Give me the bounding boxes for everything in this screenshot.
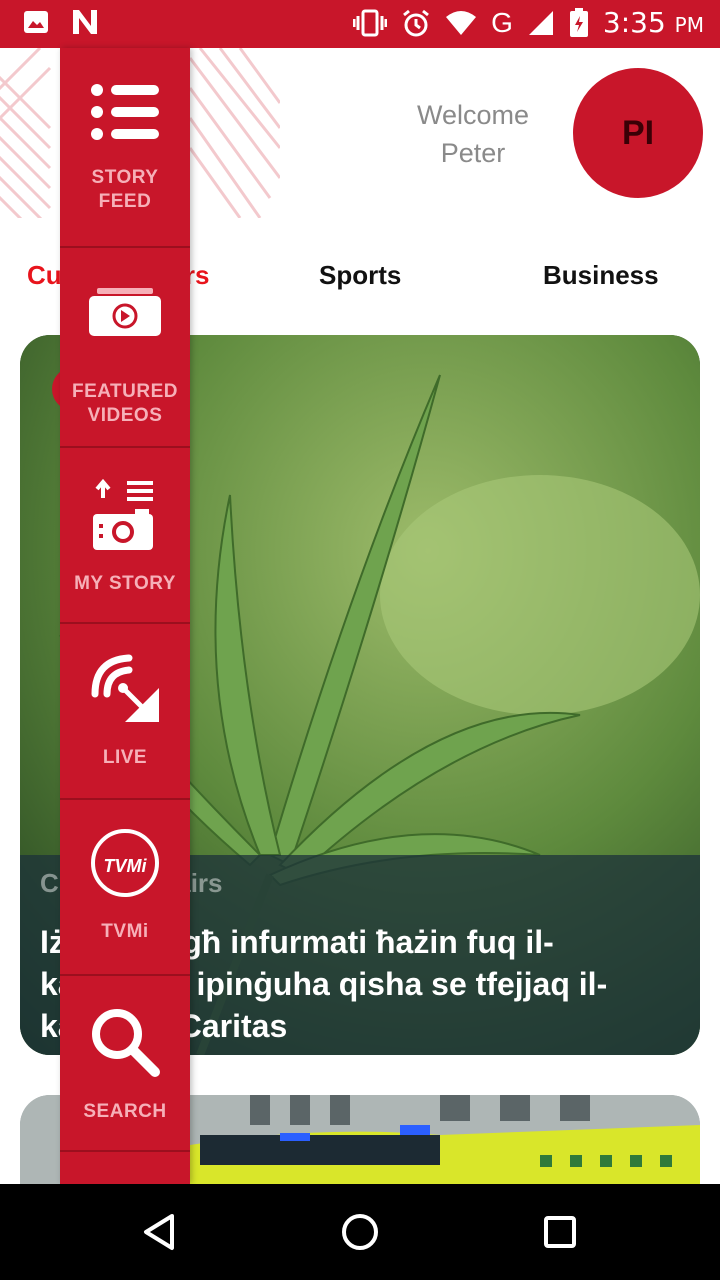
clock-ampm: PM: [674, 13, 704, 37]
menu-label-tvmi: TVMi: [101, 921, 149, 942]
recents-icon[interactable]: [540, 1212, 580, 1252]
clock-time: 3:35: [602, 6, 666, 39]
menu-item-tvmi[interactable]: TVMi TVMi: [60, 800, 190, 976]
back-icon[interactable]: [140, 1212, 180, 1252]
welcome-user-name: Peter: [440, 138, 506, 168]
signal-icon: [528, 10, 553, 35]
clock: 3:35 PM: [603, 6, 704, 39]
menu-label-live: LIVE: [102, 747, 148, 768]
menu-label-story-feed: STORY FEED: [92, 166, 159, 214]
welcome-message: Welcome Peter: [393, 96, 553, 172]
menu-item-featured-videos[interactable]: FEATURED VIDEOS: [60, 248, 190, 448]
home-icon[interactable]: [340, 1212, 380, 1252]
menu-label-line: FEED: [98, 191, 152, 212]
vibrate-icon: [353, 9, 388, 36]
tab-business[interactable]: Business: [543, 260, 659, 291]
avatar-initials: PI: [621, 113, 655, 152]
menu-label-search: SEARCH: [83, 1101, 167, 1122]
status-bar: G 3:35 PM: [0, 0, 720, 48]
n-notification-icon: [73, 10, 97, 34]
menu-label-featured-videos: FEATURED VIDEOS: [72, 380, 178, 428]
welcome-greeting: Welcome: [416, 100, 530, 130]
network-type-label: G: [491, 6, 513, 38]
wifi-icon: [446, 10, 477, 35]
tvmi-logo-text: TVMi: [103, 856, 147, 876]
navigation-bar: [0, 1184, 720, 1280]
list-icon: [91, 84, 159, 140]
avatar[interactable]: PI: [573, 68, 703, 198]
menu-label-line: STORY: [91, 167, 159, 188]
search-icon: [92, 1009, 160, 1077]
upload-camera-icon: [93, 478, 153, 550]
menu-item-search[interactable]: SEARCH: [60, 976, 190, 1152]
battery-icon: [569, 7, 588, 37]
video-icon: [89, 288, 161, 336]
side-menu: STORY FEED FEATURED VIDEOS MY STORY LIVE…: [60, 48, 190, 1184]
menu-label-my-story: MY STORY: [74, 573, 176, 594]
tab-sports[interactable]: Sports: [319, 260, 401, 291]
image-notification-icon: [24, 11, 48, 33]
menu-item-my-story[interactable]: MY STORY: [60, 448, 190, 624]
alarm-icon: [403, 9, 430, 36]
live-broadcast-icon: [91, 654, 159, 722]
menu-item-story-feed[interactable]: STORY FEED: [60, 48, 190, 248]
menu-item-live[interactable]: LIVE: [60, 624, 190, 800]
menu-label-line: FEATURED: [71, 381, 179, 402]
menu-label-line: VIDEOS: [87, 405, 163, 426]
